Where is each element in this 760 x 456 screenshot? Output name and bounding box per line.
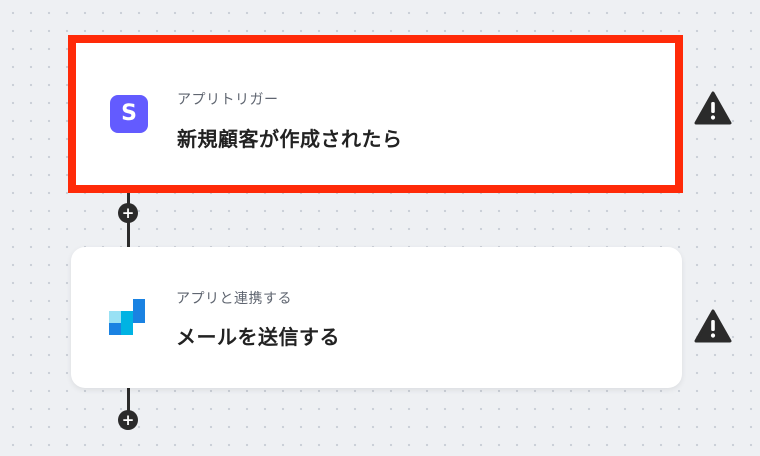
step-title: メールを送信する: [176, 325, 340, 349]
trigger-step-card[interactable]: S アプリトリガー 新規顧客が作成されたら: [68, 35, 683, 193]
sendgrid-icon: [109, 299, 145, 335]
stripe-icon: S: [110, 95, 148, 133]
add-step-button[interactable]: +: [118, 203, 138, 223]
step-title: 新規顧客が作成されたら: [177, 127, 403, 151]
stripe-icon-letter: S: [121, 101, 137, 126]
step-subtitle: アプリトリガー: [177, 92, 279, 108]
step-subtitle: アプリと連携する: [176, 291, 292, 307]
warning-icon[interactable]: [694, 91, 732, 129]
add-step-button[interactable]: +: [118, 410, 138, 430]
warning-icon[interactable]: [694, 309, 732, 347]
action-step-card[interactable]: アプリと連携する メールを送信する: [71, 247, 682, 388]
